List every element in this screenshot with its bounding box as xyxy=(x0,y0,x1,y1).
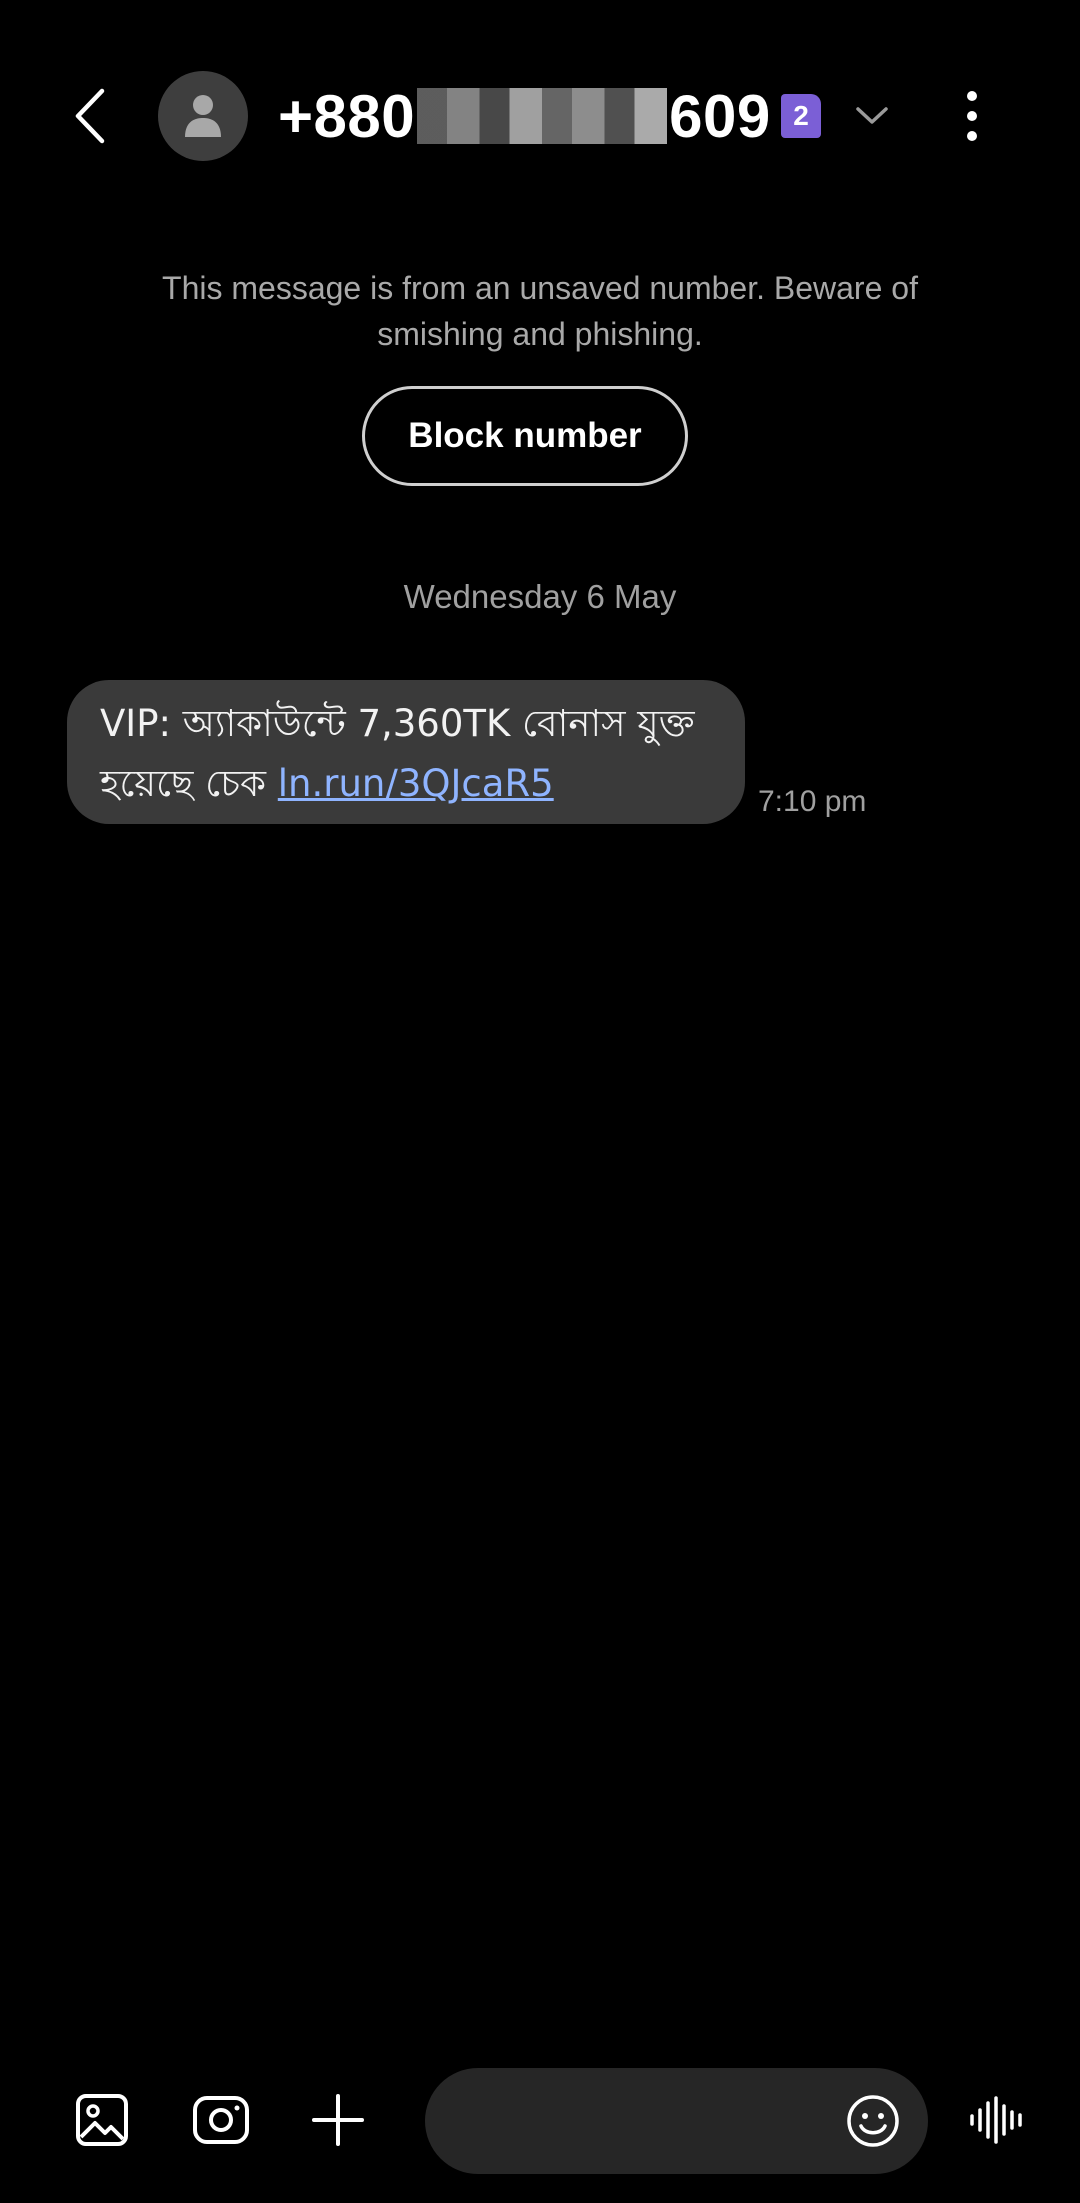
back-button[interactable] xyxy=(60,80,120,152)
voice-wave-icon xyxy=(970,2096,1022,2144)
message-input[interactable] xyxy=(465,2068,845,2174)
person-icon xyxy=(185,95,221,137)
more-vertical-icon xyxy=(967,91,977,141)
camera-button[interactable] xyxy=(183,2082,259,2158)
sim-badge: 2 xyxy=(781,94,821,138)
message-timestamp: 7:10 pm xyxy=(758,785,867,818)
emoji-icon xyxy=(847,2095,899,2147)
contact-number-suffix: 609 xyxy=(669,82,771,150)
voice-record-button[interactable] xyxy=(960,2082,1036,2158)
attach-button[interactable] xyxy=(300,2082,376,2158)
message-composer[interactable] xyxy=(425,2068,928,2174)
contact-number[interactable]: +880 609 xyxy=(278,80,771,152)
message-thread-screen: +880 609 2 This message is from an unsave… xyxy=(0,0,1080,2203)
message-link[interactable]: ln.run/3QJcaR5 xyxy=(278,762,554,805)
plus-icon xyxy=(312,2094,364,2146)
chevron-left-icon xyxy=(75,88,105,144)
redacted-digits xyxy=(417,88,668,144)
unsaved-number-warning: This message is from an unsaved number. … xyxy=(162,270,918,352)
date-separator: Wednesday 6 May xyxy=(403,578,677,615)
camera-icon xyxy=(193,2096,249,2144)
conversation-header: +880 609 2 xyxy=(0,0,1080,230)
chevron-down-icon xyxy=(856,107,888,124)
composer-bar xyxy=(0,2060,1080,2180)
image-icon xyxy=(76,2094,128,2146)
message-bubble[interactable]: VIP: অ্যাকাউন্টে 7,360TK বোনাস যুক্ত হয়… xyxy=(67,680,745,824)
more-options-button[interactable] xyxy=(956,86,988,146)
gallery-button[interactable] xyxy=(64,2082,140,2158)
block-number-button[interactable]: Block number xyxy=(362,386,688,486)
avatar[interactable] xyxy=(158,71,248,161)
contact-number-prefix: +880 xyxy=(278,82,416,150)
contact-dropdown-button[interactable] xyxy=(852,96,892,136)
emoji-button[interactable] xyxy=(844,2092,902,2150)
